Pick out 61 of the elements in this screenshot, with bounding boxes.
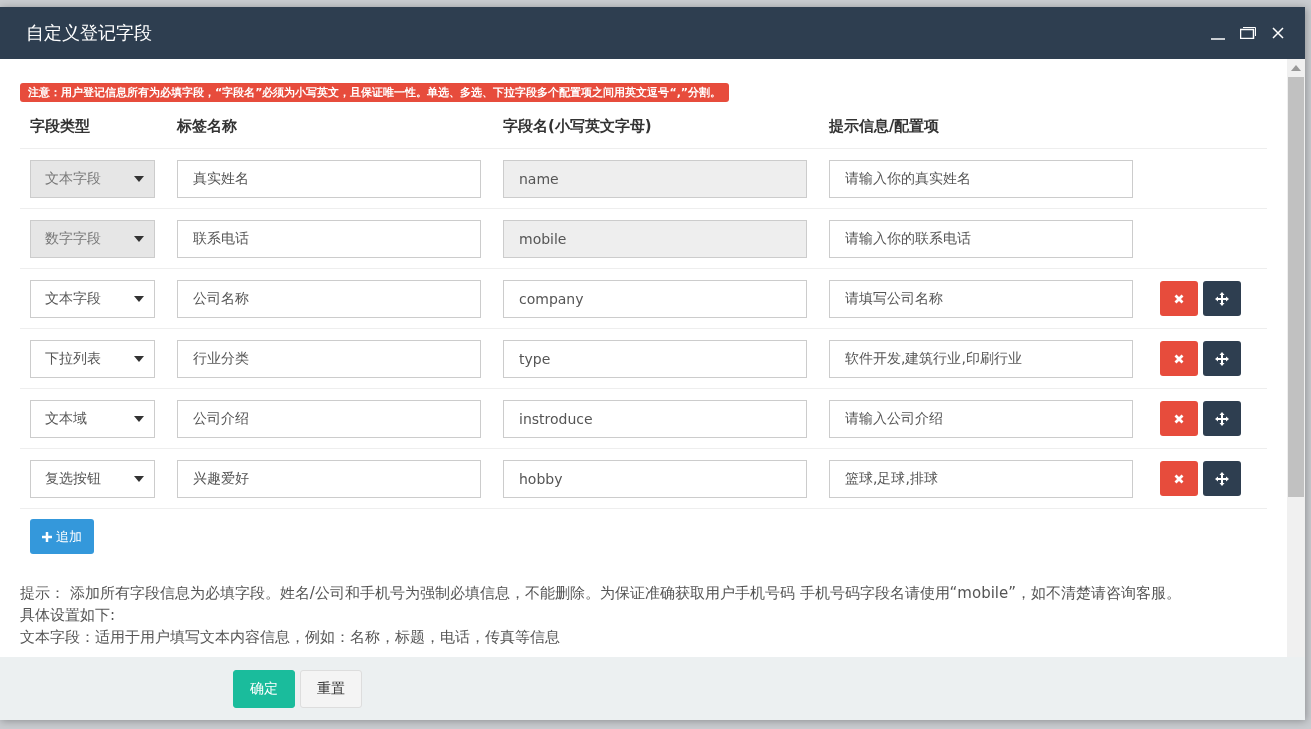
- column-header: 字段类型: [30, 116, 91, 136]
- field-name-field[interactable]: company: [503, 279, 807, 318]
- type-select[interactable]: 文本字段: [30, 279, 155, 318]
- note-text: 提示： 添加所有字段信息为必填字段。姓名/公司和手机号为强制必填信息，不能删除。为保证准确获取用户手机号码 手机号码字段名请使用“mobile”，如不清楚请咨询客服。: [20, 583, 1182, 604]
- type-select[interactable]: 文本字段: [30, 159, 155, 198]
- note-text: 具体设置如下:: [20, 605, 117, 626]
- label-field[interactable]: 联系电话: [177, 219, 481, 258]
- caret-icon: [134, 175, 144, 182]
- move-button[interactable]: [1203, 281, 1241, 316]
- delete-button[interactable]: [1160, 401, 1198, 436]
- hint-field[interactable]: 软件开发,建筑行业,印刷行业: [829, 339, 1133, 378]
- note-text: 文本字段：适用于用户填写文本内容信息，例如：名称，标题，电话，传真等信息: [20, 627, 561, 648]
- move-arrows-icon: [1215, 351, 1229, 366]
- minimize-icon: [1211, 38, 1225, 40]
- field-name-field[interactable]: instroduce: [503, 399, 807, 438]
- field-name-field[interactable]: type: [503, 339, 807, 378]
- close-icon: [1174, 353, 1184, 364]
- dialog-title: 自定义登记字段: [26, 21, 153, 45]
- label-field[interactable]: 真实姓名: [177, 159, 481, 198]
- scrollbar[interactable]: [1287, 59, 1305, 657]
- delete-button[interactable]: [1160, 461, 1198, 496]
- hint-field[interactable]: 请填写公司名称: [829, 279, 1133, 318]
- column-header: 标签名称: [177, 116, 238, 136]
- move-arrows-icon: [1215, 291, 1229, 306]
- type-select[interactable]: 复选按钮: [30, 459, 155, 498]
- label-field[interactable]: 兴趣爱好: [177, 459, 481, 498]
- delete-button[interactable]: [1160, 281, 1198, 316]
- close-icon: [1174, 413, 1184, 424]
- close-icon: [1174, 473, 1184, 484]
- field-name-field[interactable]: hobby: [503, 459, 807, 498]
- reset-button[interactable]: 重置: [300, 669, 362, 708]
- close-icon: [1174, 293, 1184, 304]
- maximize-icon: [1240, 27, 1256, 39]
- label-field[interactable]: 公司介绍: [177, 399, 481, 438]
- move-button[interactable]: [1203, 461, 1241, 496]
- field-name-field[interactable]: name: [503, 159, 807, 198]
- type-select[interactable]: 数字字段: [30, 219, 155, 258]
- hint-field[interactable]: 请输入你的真实姓名: [829, 159, 1133, 198]
- notice-banner: 注意：用户登记信息所有为必填字段，“字段名”必须为小写英文，且保证唯一性。单选、多选、下拉字段多个配置项之间用英文逗号“,”分割。: [20, 83, 730, 102]
- caret-icon: [134, 295, 144, 302]
- caret-icon: [134, 235, 144, 242]
- field-name-field[interactable]: mobile: [503, 219, 807, 258]
- move-arrows-icon: [1215, 411, 1229, 426]
- move-button[interactable]: [1203, 341, 1241, 376]
- type-select[interactable]: 文本域: [30, 399, 155, 438]
- move-arrows-icon: [1215, 471, 1229, 486]
- hint-field[interactable]: 请输入你的联系电话: [829, 219, 1133, 258]
- caret-icon: [134, 355, 144, 362]
- close-icon: [1272, 27, 1284, 39]
- type-select[interactable]: 下拉列表: [30, 339, 155, 378]
- hint-field[interactable]: 篮球,足球,排球: [829, 459, 1133, 498]
- column-header: 字段名(小写英文字母): [503, 116, 653, 136]
- delete-button[interactable]: [1160, 341, 1198, 376]
- caret-icon: [134, 415, 144, 422]
- move-button[interactable]: [1203, 401, 1241, 436]
- column-header: 提示信息/配置项: [829, 116, 941, 136]
- label-field[interactable]: 行业分类: [177, 339, 481, 378]
- plus-icon: [42, 531, 52, 542]
- label-field[interactable]: 公司名称: [177, 279, 481, 318]
- caret-icon: [134, 475, 144, 482]
- hint-field[interactable]: 请输入公司介绍: [829, 399, 1133, 438]
